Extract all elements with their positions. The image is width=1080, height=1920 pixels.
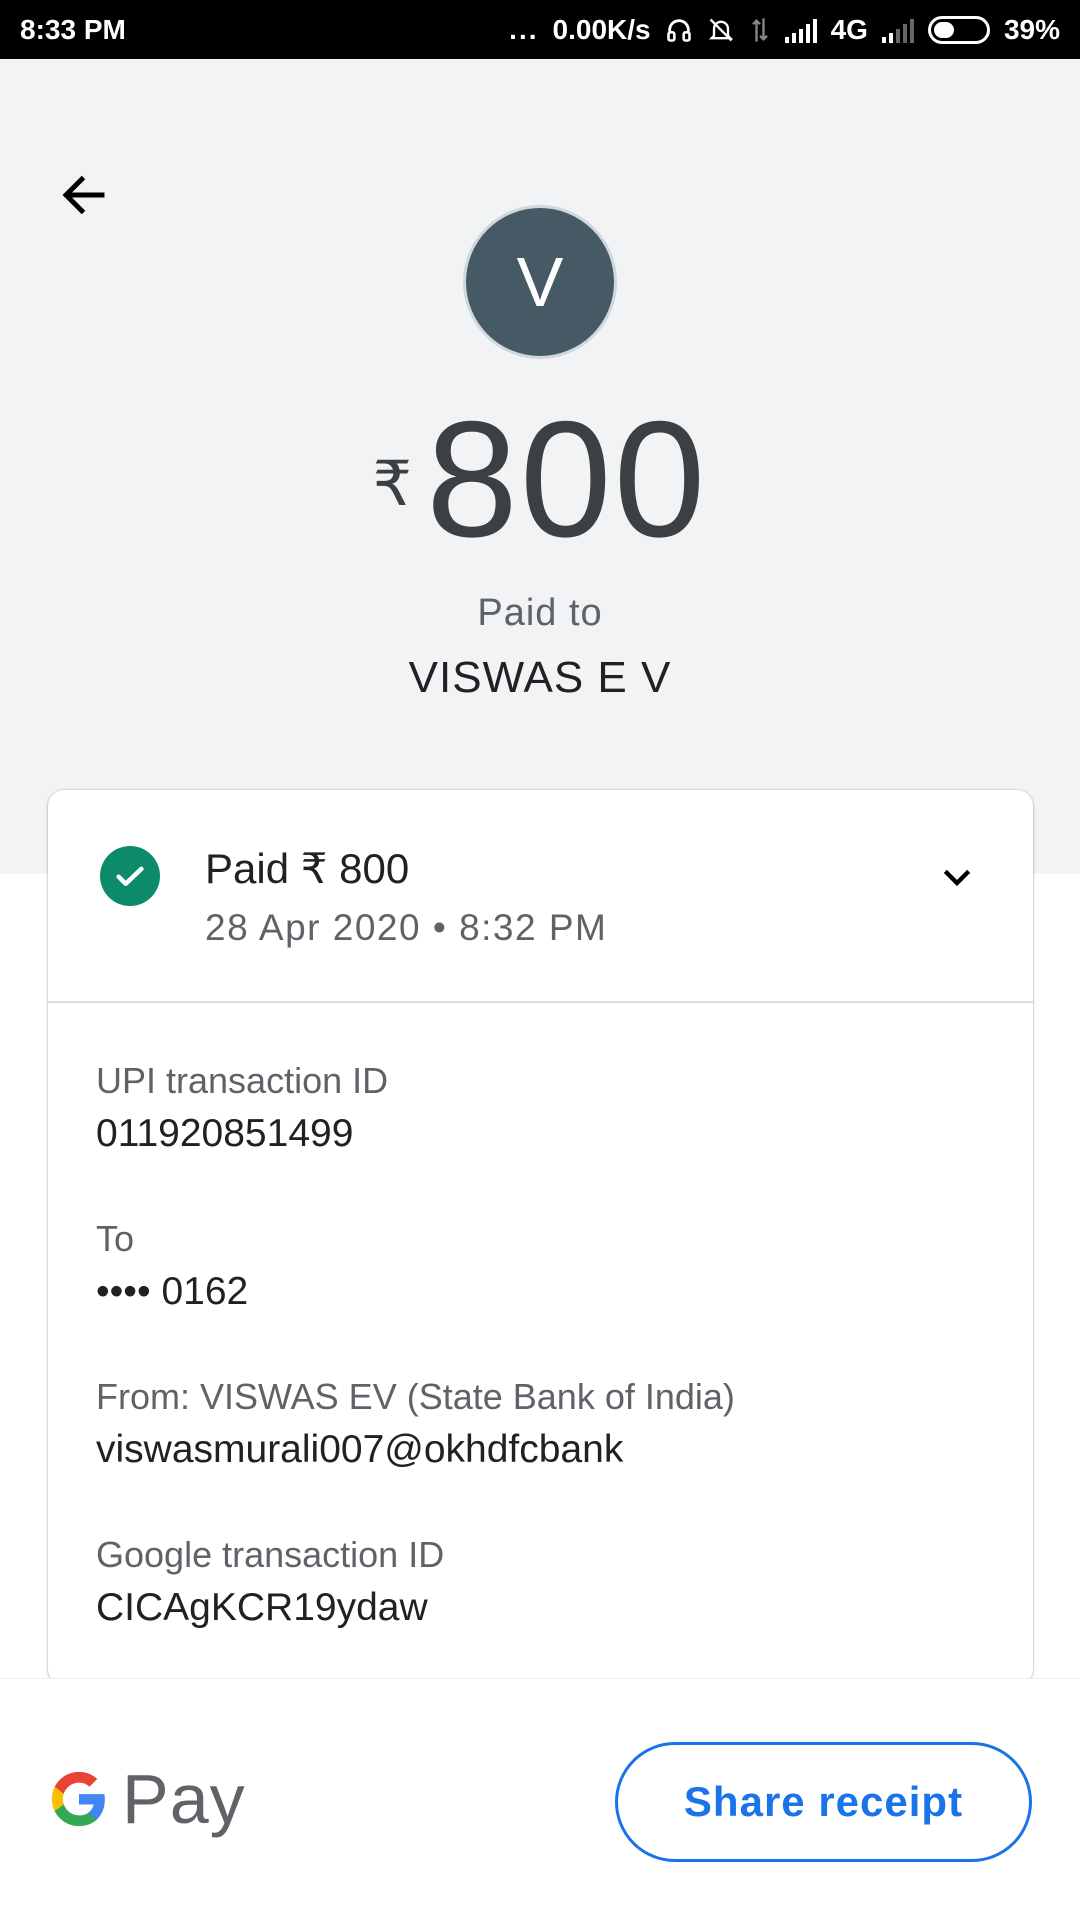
share-receipt-button[interactable]: Share receipt bbox=[615, 1742, 1032, 1862]
arrow-back-icon bbox=[62, 175, 105, 215]
data-transfer-icon bbox=[749, 15, 771, 45]
payment-datetime: 28 Apr 2020 • 8:32 PM bbox=[205, 907, 608, 948]
detail-value: •••• 0162 bbox=[96, 1270, 249, 1313]
more-notifications-icon: ... bbox=[509, 13, 539, 45]
detail-label: To bbox=[96, 1218, 135, 1259]
payment-header: V ₹ 800 Paid to VISWAS E V bbox=[0, 59, 1080, 874]
google-pay-logo: Pay bbox=[48, 1759, 246, 1839]
detail-value: viswasmurali007@okhdfcbank bbox=[96, 1428, 624, 1471]
bottom-bar: Pay Share receipt bbox=[0, 1678, 1080, 1920]
battery-icon bbox=[927, 15, 990, 44]
payment-status: Paid ₹ 800 bbox=[205, 845, 410, 892]
status-time: 8:33 PM bbox=[20, 13, 126, 45]
signal-icon bbox=[784, 17, 817, 43]
currency-symbol: ₹ bbox=[372, 450, 413, 519]
network-speed: 0.00K/s bbox=[552, 13, 651, 45]
detail-upi-id: UPI transaction ID 011920851499 bbox=[96, 1060, 388, 1156]
detail-value: 011920851499 bbox=[96, 1112, 354, 1155]
amount-display: ₹ 800 bbox=[0, 397, 1080, 562]
transaction-summary[interactable]: Paid ₹ 800 28 Apr 2020 • 8:32 PM bbox=[48, 790, 1033, 1003]
payee-name: VISWAS E V bbox=[408, 653, 672, 702]
avatar: V bbox=[463, 205, 617, 359]
detail-from: From: VISWAS EV (State Bank of India) vi… bbox=[96, 1376, 735, 1472]
expand-button[interactable] bbox=[929, 850, 985, 906]
success-check-icon bbox=[100, 846, 160, 906]
detail-to: To •••• 0162 bbox=[96, 1218, 248, 1314]
amount-value: 800 bbox=[426, 387, 708, 571]
status-icons: ... 0.00K/s 4G 39% bbox=[509, 14, 1060, 46]
headphones-icon bbox=[665, 15, 693, 45]
network-type: 4G bbox=[830, 13, 868, 45]
transaction-card: Paid ₹ 800 28 Apr 2020 • 8:32 PM UPI tra… bbox=[48, 790, 1033, 1685]
mute-bell-icon bbox=[707, 15, 735, 45]
battery-percent: 39% bbox=[1003, 13, 1060, 45]
status-bar: 8:33 PM ... 0.00K/s 4G 39% bbox=[0, 0, 1080, 59]
brand-text: Pay bbox=[122, 1760, 246, 1838]
google-g-icon bbox=[51, 1771, 105, 1827]
chevron-down-icon bbox=[943, 869, 971, 887]
paid-to-label: Paid to bbox=[477, 592, 603, 634]
back-button[interactable] bbox=[48, 159, 120, 231]
detail-label: From: VISWAS EV (State Bank of India) bbox=[96, 1376, 735, 1417]
detail-value: CICAgKCR19ydaw bbox=[96, 1586, 428, 1629]
detail-label: Google transaction ID bbox=[96, 1534, 445, 1575]
detail-label: UPI transaction ID bbox=[96, 1060, 389, 1101]
battery-level bbox=[933, 21, 954, 38]
signal-2-icon bbox=[881, 17, 914, 43]
detail-google-id: Google transaction ID CICAgKCR19ydaw bbox=[96, 1534, 444, 1630]
